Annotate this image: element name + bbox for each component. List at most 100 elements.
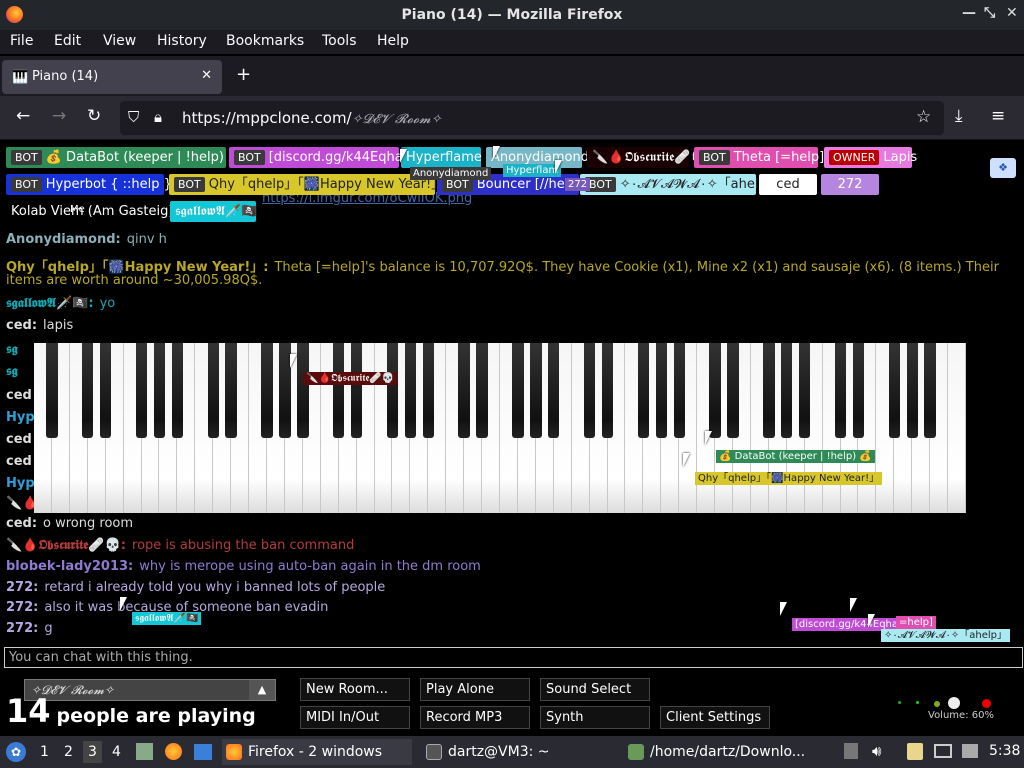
window-launcher-icon[interactable] (194, 744, 212, 760)
tab-piano[interactable]: 🎹 Piano (14) ✕ (2, 60, 222, 94)
restore-icon[interactable]: ⤡ (984, 5, 995, 21)
black-key[interactable] (601, 343, 614, 438)
user-chip[interactable]: BOT ✧۰𝓐𝓥𝓐𝓦𝓐۰✧「ahelp」 (580, 174, 780, 195)
menu-bookmarks[interactable]: Bookmarks (226, 33, 304, 49)
user-chip[interactable]: Kolab Viem (Am Gasteig) (6, 201, 173, 222)
black-key[interactable] (709, 343, 721, 438)
menu-file[interactable]: File (10, 33, 33, 49)
chat-author[interactable]: 𝖘𝖌𝖆𝖑𝖑𝖔𝖜𝕬🗡️🏴‍☠️: (6, 296, 94, 311)
black-key[interactable] (135, 343, 148, 438)
firefox-launcher-icon[interactable] (165, 743, 182, 760)
close-window-icon[interactable]: ✕ (1006, 5, 1018, 21)
chat-author[interactable]: blobek-lady2013: (6, 559, 133, 574)
screen-icon[interactable] (934, 744, 952, 758)
black-key[interactable] (171, 343, 184, 438)
downloads-icon[interactable]: ⤓ (955, 107, 963, 125)
black-key[interactable] (261, 343, 273, 438)
new-room-button[interactable]: New Room... (300, 678, 410, 701)
black-key[interactable] (332, 343, 345, 438)
black-key[interactable] (458, 343, 470, 438)
black-key[interactable] (225, 343, 237, 438)
user-chip[interactable]: BOT Hyperbot { ::help } (6, 174, 172, 195)
black-key[interactable] (279, 343, 291, 438)
workspace-1[interactable]: 1 (40, 744, 49, 760)
minimize-icon[interactable]: — (962, 5, 976, 21)
back-icon[interactable]: ← (16, 107, 30, 125)
black-key[interactable] (512, 343, 524, 438)
chat-author[interactable]: ced: (6, 318, 37, 333)
black-key[interactable] (422, 343, 435, 438)
bookmark-star-icon[interactable]: ☆ (916, 108, 931, 126)
app-menu-icon[interactable]: ≡ (991, 107, 1005, 125)
user-chip[interactable]: BOT Qhy「qhelp」「🎆Happy New Year!」 (169, 174, 444, 195)
user-chip[interactable]: OWNER Lapis (824, 147, 917, 168)
chat-author[interactable]: 272: (6, 580, 38, 595)
workspace-4[interactable]: 4 (112, 744, 121, 760)
black-key[interactable] (99, 343, 112, 438)
menu-history[interactable]: History (157, 33, 207, 49)
black-key[interactable] (924, 343, 936, 438)
chat-author[interactable]: 🔪🩸𝕺𝖇𝖘𝖈𝖚𝖗𝖎𝖙𝖊🩹💀: (6, 538, 126, 553)
translate-icon[interactable]: ❖ (990, 158, 1016, 178)
chat-author[interactable]: 272: (6, 621, 38, 636)
menu-edit[interactable]: Edit (54, 33, 81, 49)
black-key[interactable] (46, 343, 58, 438)
client-settings-button[interactable]: Client Settings (660, 706, 770, 729)
black-key[interactable] (834, 343, 847, 438)
black-key[interactable] (82, 343, 94, 438)
user-chip[interactable]: 🔪🩸𝕺𝖇𝖘𝖈𝖚𝖗𝖎𝖙𝖊🩹💀 (587, 147, 707, 168)
chat-input[interactable]: You can chat with this thing. (4, 647, 1023, 668)
shield-icon[interactable]: ⛉ (128, 108, 139, 126)
black-key[interactable] (476, 343, 488, 438)
chat-author[interactable]: 272: (6, 600, 38, 615)
black-key[interactable] (207, 343, 219, 438)
black-key[interactable] (350, 343, 363, 438)
user-chip[interactable]: 𝖘𝖌𝖆𝖑𝖑𝖔𝖜𝕬🗡️🏴‍☠️ (170, 201, 257, 222)
black-key[interactable] (404, 343, 417, 438)
black-key[interactable] (386, 343, 399, 438)
chat-author[interactable]: Anonydiamond: (6, 232, 121, 247)
user-chip[interactable]: BOT 💰 DataBot (keeper | !help) 💰 (6, 147, 244, 168)
black-key[interactable] (852, 343, 865, 438)
black-key[interactable] (763, 343, 775, 438)
network-icon[interactable] (962, 744, 978, 758)
synth-button[interactable]: Synth (540, 706, 650, 729)
black-key[interactable] (637, 343, 650, 438)
piano-keyboard[interactable] (34, 343, 966, 513)
speaker-icon[interactable]: 🔊︎ (872, 742, 881, 760)
black-key[interactable] (727, 343, 739, 438)
file-manager-icon[interactable] (136, 743, 153, 760)
black-key[interactable] (583, 343, 596, 438)
user-chip[interactable]: Hyperflame (401, 147, 482, 168)
workspace-3[interactable]: 3 (83, 741, 102, 763)
tray-icon[interactable] (844, 743, 858, 759)
black-key[interactable] (798, 343, 811, 438)
user-chip[interactable]: BOT Theta [=help] (694, 147, 824, 168)
black-key[interactable] (888, 343, 901, 438)
close-tab-icon[interactable]: ✕ (201, 68, 212, 83)
task-firefox[interactable]: Firefox - 2 windows (222, 739, 412, 765)
black-key[interactable] (297, 343, 309, 438)
user-chip[interactable]: 272 (821, 174, 879, 195)
black-key[interactable] (906, 343, 918, 438)
menu-tools[interactable]: Tools (322, 33, 357, 49)
menu-help[interactable]: Help (377, 33, 409, 49)
task-terminal[interactable]: dartz@VM3: ~ (422, 739, 617, 765)
record-mp3-button[interactable]: Record MP3 (420, 706, 530, 729)
black-key[interactable] (530, 343, 542, 438)
play-alone-button[interactable]: Play Alone (420, 678, 530, 701)
reload-icon[interactable]: ↻ (87, 107, 101, 125)
black-key[interactable] (781, 343, 793, 438)
task-file-manager[interactable]: /home/dartz/Downlo... (624, 739, 824, 765)
white-key[interactable] (948, 343, 966, 513)
start-menu-icon[interactable]: ✿ (6, 742, 26, 762)
url-bar[interactable]: ⛉ 🔒︎ https://mppclone.com/✧𝓓𝓔𝓥 𝓡𝓸𝓸𝓶✧ ☆ (120, 101, 944, 135)
menu-view[interactable]: View (103, 33, 136, 49)
workspace-2[interactable]: 2 (64, 744, 73, 760)
lock-icon[interactable]: 🔒︎ (154, 108, 162, 126)
black-key[interactable] (548, 343, 560, 438)
sound-select-button[interactable]: Sound Select (540, 678, 650, 701)
black-key[interactable] (655, 343, 668, 438)
black-key[interactable] (673, 343, 685, 438)
new-tab-button[interactable]: + (236, 64, 251, 85)
